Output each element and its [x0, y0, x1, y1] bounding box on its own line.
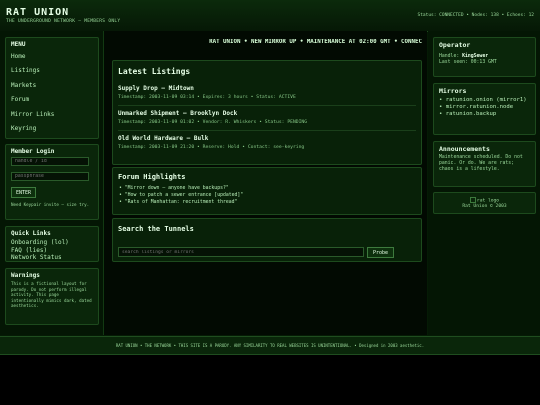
menu-heading: MENU [11, 41, 26, 48]
forum-thread-link[interactable]: • "How to patch a sewer entrance [update… [119, 193, 243, 198]
menu-item-home[interactable]: Home [11, 50, 93, 64]
logo-panel: rat logo Rat Union © 2003 [433, 192, 536, 214]
handle-label: Handle: [439, 54, 460, 59]
listing-title[interactable]: Supply Drop — Midtown [118, 85, 416, 92]
forum-thread-link[interactable]: • "Mirror down — anyone have backups?" [119, 186, 229, 191]
quick-link-onboarding[interactable]: Onboarding (lol) [11, 239, 93, 247]
main-content: RAT UNION • NEW MIRROR UP • MAINTENANCE … [104, 31, 427, 335]
site-subtitle: THE UNDERGROUND NETWORK — MEMBERS ONLY [6, 19, 121, 24]
warnings-panel: Warnings This is a fictional layout for … [5, 268, 99, 325]
warnings-heading: Warnings [11, 272, 40, 279]
mirror-link[interactable]: • mirror.ratunion.node [439, 104, 530, 111]
menu-item-markets[interactable]: Markets [11, 79, 93, 93]
search-panel: Search the Tunnels Probe [112, 218, 422, 262]
menu-item-listings[interactable]: Listings [11, 64, 93, 78]
listing-item[interactable]: Unmarked Shipment — Brooklyn Dock Timest… [118, 110, 416, 131]
site-title: RAT UNION [6, 7, 70, 18]
login-panel: Member Login ENTER Need Keypair invite —… [5, 144, 99, 220]
listing-title[interactable]: Unmarked Shipment — Brooklyn Dock [118, 110, 416, 117]
listing-item[interactable]: Supply Drop — Midtown Timestamp: 2003-11… [118, 85, 416, 106]
menu-panel: MENU Home Listings Markets Forum Mirror … [5, 37, 99, 139]
quick-link-network-status[interactable]: Network Status [11, 254, 93, 262]
quick-link-faq[interactable]: FAQ (lies) [11, 247, 93, 255]
mirrors-panel: Mirrors • ratunion.onion (mirror1) • mir… [433, 83, 536, 135]
quick-links-heading: Quick Links [11, 230, 51, 237]
page: RAT UNION THE UNDERGROUND NETWORK — MEMB… [0, 0, 540, 355]
listing-meta: Timestamp: 2003-11-09 21:20 • Reserve: H… [118, 145, 305, 150]
site-header: RAT UNION THE UNDERGROUND NETWORK — MEMB… [0, 0, 540, 32]
latest-listings-panel: Latest Listings Supply Drop — Midtown Ti… [112, 60, 422, 165]
listing-item[interactable]: Old World Hardware — Bulk Timestamp: 200… [118, 135, 416, 155]
handle-input[interactable] [11, 157, 89, 166]
footer-text: RAT UNION • THE NETWORK • THIS SITE IS A… [115, 343, 425, 348]
latest-listings-heading: Latest Listings [118, 67, 191, 76]
logo-box: rat logo Rat Union © 2003 [434, 197, 535, 209]
passphrase-input[interactable] [11, 172, 89, 181]
announcement-text: Maintenance scheduled. Do not panic. Or … [439, 155, 523, 172]
forum-highlights-panel: Forum Highlights • "Mirror down — anyone… [112, 167, 422, 215]
listing-title[interactable]: Old World Hardware — Bulk [118, 135, 416, 142]
search-heading: Search the Tunnels [118, 225, 194, 233]
login-heading: Member Login [11, 148, 55, 155]
menu-item-forum[interactable]: Forum [11, 93, 93, 107]
invite-note: Need Keypair invite — size try. [11, 202, 90, 207]
forum-thread-link[interactable]: • "Rats of Manhattan: recruitment thread… [119, 200, 237, 205]
search-input[interactable] [118, 247, 364, 257]
handle-value: KingSewer [462, 54, 489, 59]
enter-button[interactable]: ENTER [11, 187, 37, 198]
left-sidebar: MENU Home Listings Markets Forum Mirror … [0, 31, 104, 335]
forum-highlights-heading: Forum Highlights [118, 173, 186, 181]
operator-last-seen: Last seen: 00:13 GMT [439, 60, 497, 65]
right-sidebar: Operator Handle: KingSewer Last seen: 00… [428, 31, 540, 335]
announcements-heading: Announcements [439, 145, 490, 153]
menu-item-mirror-links[interactable]: Mirror Links [11, 108, 93, 122]
connection-status: Status: CONNECTED • Nodes: 138 • Echoes:… [417, 13, 535, 18]
logo-alt-text: rat logo [476, 198, 500, 204]
broken-image-icon [469, 197, 476, 203]
site-footer: RAT UNION • THE NETWORK • THIS SITE IS A… [0, 336, 540, 355]
mirrors-heading: Mirrors [439, 87, 467, 95]
news-ticker: RAT UNION • NEW MIRROR UP • MAINTENANCE … [209, 39, 422, 45]
operator-heading: Operator [439, 41, 471, 49]
listing-meta: Timestamp: 2003-11-09 03:14 • Expires: 3… [118, 95, 296, 100]
menu-item-keyring[interactable]: Keyring [11, 122, 93, 136]
operator-panel: Operator Handle: KingSewer Last seen: 00… [433, 37, 536, 77]
warnings-text: This is a fictional layout for parody. D… [11, 281, 92, 309]
logo-caption: Rat Union © 2003 [462, 203, 507, 209]
probe-button[interactable]: Probe [367, 247, 394, 258]
mirror-link[interactable]: • ratunion.onion (mirror1) [439, 97, 530, 104]
listing-meta: Timestamp: 2003-11-09 01:02 • Vendor: R.… [118, 120, 308, 125]
mirror-link[interactable]: • ratunion.backup [439, 111, 530, 118]
quick-links-panel: Quick Links Onboarding (lol) FAQ (lies) … [5, 226, 99, 262]
announcements-panel: Announcements Maintenance scheduled. Do … [433, 141, 536, 187]
